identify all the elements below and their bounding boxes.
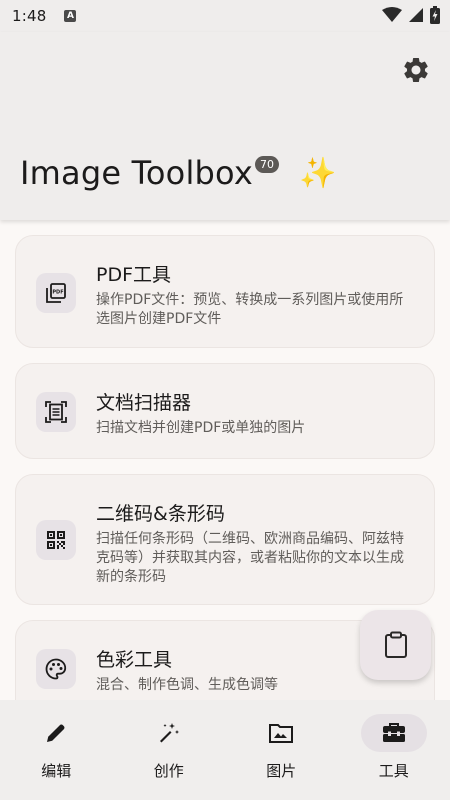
nav-label: 工具 bbox=[378, 762, 409, 780]
nav-item-edit[interactable]: 编辑 bbox=[0, 700, 113, 800]
svg-text:PDF: PDF bbox=[52, 290, 63, 296]
settings-button[interactable] bbox=[400, 54, 432, 86]
pdf-icon: PDF bbox=[46, 283, 66, 303]
pdf-icon-container: PDF bbox=[36, 273, 76, 313]
nav-label: 图片 bbox=[266, 762, 297, 780]
nav-item-create[interactable]: 创作 bbox=[113, 700, 226, 800]
document-scanner-card[interactable]: 文档扫描器 扫描文档并创建PDF或单独的图片 bbox=[15, 363, 435, 459]
status-icons bbox=[382, 6, 440, 24]
card-title: 文档扫描器 bbox=[96, 392, 192, 414]
version-badge: 70 bbox=[255, 156, 279, 173]
pdf-tools-card[interactable]: PDF PDF工具 操作PDF文件：预览、转换成一系列图片或使用所选图片创建PD… bbox=[15, 235, 435, 348]
nav-label: 编辑 bbox=[41, 762, 72, 780]
card-description: 扫描文档并创建PDF或单独的图片 bbox=[96, 420, 306, 436]
qr-barcode-card[interactable]: 二维码&条形码 扫描任何条形码（二维码、欧洲商品编码、阿兹特克码等）并获取其内容… bbox=[15, 474, 435, 605]
toolbox-icon bbox=[382, 723, 405, 742]
nav-item-images[interactable]: 图片 bbox=[225, 700, 338, 800]
qr-code-icon bbox=[47, 531, 65, 549]
pencil-icon bbox=[47, 724, 65, 742]
card-description: 扫描任何条形码（二维码、欧洲商品编码、阿兹特克码等）并获取其内容，或者粘贴你的文… bbox=[96, 531, 404, 585]
card-title: 二维码&条形码 bbox=[96, 503, 225, 525]
card-description: 混合、制作色调、生成色调等 bbox=[96, 677, 278, 693]
card-description: 操作PDF文件：预览、转换成一系列图片或使用所选图片创建PDF文件 bbox=[96, 292, 404, 327]
nav-item-tools[interactable]: 工具 bbox=[338, 700, 450, 800]
clipboard-icon bbox=[384, 631, 407, 658]
signal-icon bbox=[409, 8, 423, 22]
magic-wand-icon bbox=[159, 723, 179, 743]
palette-icon-container bbox=[36, 649, 76, 689]
document-scanner-icon-container bbox=[36, 392, 76, 432]
paste-fab-button[interactable] bbox=[360, 610, 431, 680]
nav-icon-container bbox=[23, 714, 89, 752]
nav-label: 创作 bbox=[153, 762, 184, 780]
status-bar: 1:48 A bbox=[0, 0, 450, 32]
nav-icon-container bbox=[248, 714, 314, 752]
card-title: PDF工具 bbox=[96, 264, 172, 286]
nav-icon-container bbox=[136, 714, 202, 752]
gear-icon bbox=[404, 57, 428, 82]
app-header: Image Toolbox 70 ✨ bbox=[0, 32, 450, 220]
bottom-navigation: 编辑 创作 图片 工具 bbox=[0, 700, 450, 800]
card-title: 色彩工具 bbox=[96, 649, 173, 671]
wifi-icon bbox=[382, 7, 402, 22]
status-time: 1:48 bbox=[12, 7, 47, 25]
notification-a-icon: A bbox=[64, 10, 77, 22]
title-row: Image Toolbox 70 ✨ bbox=[20, 154, 336, 192]
qr-code-icon-container bbox=[36, 520, 76, 560]
app-title: Image Toolbox bbox=[20, 154, 253, 192]
document-scanner-icon bbox=[45, 401, 67, 423]
battery-icon bbox=[430, 6, 440, 24]
nav-icon-container-active bbox=[360, 714, 427, 752]
image-folder-icon bbox=[269, 724, 294, 743]
sparkles-icon: ✨ bbox=[299, 156, 337, 191]
palette-icon bbox=[45, 658, 67, 680]
